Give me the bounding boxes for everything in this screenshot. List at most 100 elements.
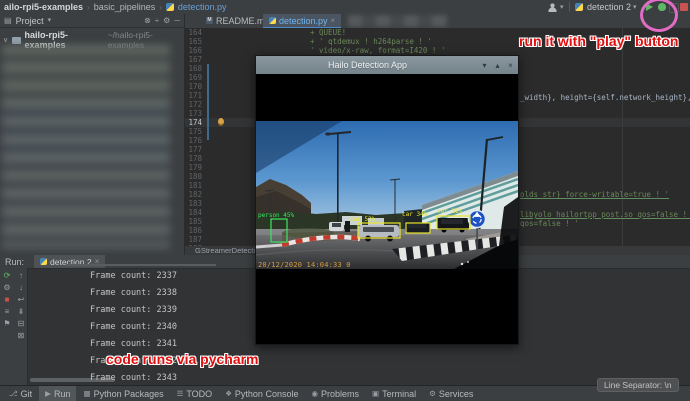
chevron-expanded-icon[interactable]: ∨ — [3, 37, 8, 44]
code-line: + ' qtdemux ! h264parse ! ' — [310, 37, 432, 46]
clear-console-icon[interactable]: ⊠ — [18, 331, 25, 340]
editor-breadcrumb-class[interactable]: GStreamerDetection — [195, 246, 263, 255]
dump-threads-icon[interactable]: ≡ — [5, 307, 10, 316]
todo-icon: ☰ — [177, 389, 184, 398]
python-icon — [40, 258, 47, 265]
python-icon — [166, 3, 174, 11]
toolbar-divider — [569, 2, 570, 12]
folder-icon — [12, 37, 20, 44]
run-panel-label: Run: — [5, 257, 24, 267]
statusbar-item-label: Services — [439, 389, 474, 399]
detection-label: car 52% — [350, 216, 376, 223]
run-settings-icon[interactable]: ⚙ — [3, 283, 10, 292]
markdown-icon: M — [206, 17, 213, 24]
statusbar-item-git[interactable]: ⎇Git — [3, 386, 38, 401]
python-packages-icon: ▦ — [83, 389, 90, 398]
user-avatar-icon[interactable] — [548, 3, 557, 12]
chevron-down-icon: ▾ — [560, 4, 564, 11]
editor-tabs-bar: M README.md × detection.py × — [185, 14, 690, 29]
statusbar-item-python-packages[interactable]: ▦ Python Packages — [77, 386, 169, 401]
rerun-button[interactable]: ⟳ — [4, 271, 11, 280]
console-line: Frame count: 2338 — [90, 288, 177, 298]
detection-label: person 45% — [258, 212, 295, 219]
panel-settings-icon[interactable]: ⚙ — [163, 16, 170, 25]
breadcrumb-item[interactable]: ailo-rpi5-examples — [4, 2, 83, 12]
status-bar-items: ⎇Git▶Run▦Python Packages☰TODO❖Python Con… — [3, 386, 479, 401]
stop-button[interactable] — [680, 3, 688, 11]
chevron-down-icon: ▾ — [48, 17, 52, 24]
code-fragment: _width}, height={self.network_height}, p… — [520, 93, 690, 102]
run-tab[interactable]: detection 2 × — [34, 255, 105, 268]
python-icon — [269, 17, 276, 24]
console-line: Frame count: 2339 — [90, 305, 177, 315]
horizontal-scrollbar[interactable] — [66, 264, 216, 266]
line-separator-badge[interactable]: Line Separator: \n — [597, 378, 679, 392]
scroll-up-icon[interactable]: ↑ — [19, 271, 23, 280]
scroll-down-icon[interactable]: ↓ — [19, 283, 23, 292]
breadcrumb-item[interactable]: basic_pipelines — [94, 2, 156, 12]
code-fragment: olds_str} force-writable=true ! ' — [520, 190, 669, 199]
breadcrumb-separator: › — [87, 3, 90, 12]
soft-wrap-icon[interactable]: ↩ — [18, 295, 25, 304]
statusbar-item-terminal[interactable]: ▣Terminal — [366, 386, 422, 401]
code-line: ' video/x-raw, format=I420 ! ' — [310, 46, 445, 55]
statusbar-item-run[interactable]: ▶Run — [39, 386, 76, 401]
statusbar-item-todo[interactable]: ☰TODO — [171, 386, 219, 401]
locate-file-icon[interactable]: ⊗ — [144, 16, 151, 25]
python-console-icon: ❖ — [225, 389, 232, 398]
hailo-detection-app-window: Hailo Detection App ▾ ▴ × — [255, 55, 519, 345]
console-line: Frame count: 2341 — [90, 339, 177, 349]
close-icon[interactable]: × — [505, 61, 516, 70]
top-nav-bar: ailo-rpi5-examples›basic_pipelines›detec… — [0, 0, 690, 15]
console-line: Frame count: 2343 — [90, 373, 177, 383]
collapse-all-icon[interactable]: ÷ — [155, 16, 159, 25]
code-fragment: libyolo_hailortpp_post.so qos=false ! ' — [520, 210, 690, 219]
console-line: Frame count: 2340 — [90, 322, 177, 332]
tab-label: README.md — [216, 16, 270, 26]
statusbar-item-python-console[interactable]: ❖Python Console — [219, 386, 304, 401]
detection-label: car 34% — [402, 211, 428, 218]
project-tool-icon: ▤ — [4, 16, 12, 25]
minimize-icon[interactable]: ▾ — [479, 61, 490, 70]
dashcam-video-frame: person 45% car 52% car 34% car 31% 20/12/20… — [256, 121, 518, 269]
scroll-to-end-icon[interactable]: ⇟ — [18, 307, 25, 316]
window-title-bar[interactable]: Hailo Detection App ▾ ▴ × — [256, 56, 518, 74]
window-title: Hailo Detection App — [256, 60, 479, 70]
project-panel-header[interactable]: ▤ Project ▾ ⊗ ÷ ⚙ ─ — [0, 14, 185, 28]
tab-label: detection.py — [279, 16, 328, 26]
run-toolbar: ⟳ ⚙ ■ ≡ ⚑ ↑ ↓ ↩ ⇟ ⊟ ⊠ — [0, 268, 28, 385]
blurred-file-tree — [2, 45, 170, 248]
breadcrumb-item[interactable]: detection.py — [178, 2, 227, 12]
console-line: Frame count: 2337 — [90, 271, 177, 281]
project-panel: ∨ hailo-rpi5-examples ~/hailo-rpi5-examp… — [0, 28, 185, 255]
statusbar-item-label: TODO — [186, 389, 212, 399]
python-icon — [575, 3, 583, 11]
services-icon: ⚙ — [429, 389, 436, 398]
video-timestamp: 20/12/2020 14:04:33 0 — [258, 261, 351, 269]
hide-panel-icon[interactable]: ─ — [174, 16, 180, 25]
print-icon[interactable]: ⊟ — [18, 319, 25, 328]
statusbar-item-problems[interactable]: ◉Problems — [305, 386, 365, 401]
statusbar-item-services[interactable]: ⚙Services — [423, 386, 479, 401]
code-line: + QUEUE! — [310, 28, 346, 37]
git-icon: ⎇ — [9, 389, 18, 398]
status-bar: ⎇Git▶Run▦Python Packages☰TODO❖Python Con… — [0, 385, 690, 401]
statusbar-item-label: Git — [21, 389, 33, 399]
problems-icon: ◉ — [311, 389, 318, 398]
maximize-icon[interactable]: ▴ — [492, 61, 503, 70]
run-config-selector[interactable]: detection 2 — [587, 2, 631, 12]
tab-detection-py[interactable]: detection.py × — [263, 14, 341, 29]
project-panel-title: Project — [16, 16, 44, 26]
code-fragment: qos=false ! ' — [520, 219, 579, 228]
stop-process-button[interactable]: ■ — [5, 295, 10, 304]
statusbar-item-label: Run — [54, 389, 71, 399]
run-icon: ▶ — [45, 389, 51, 398]
annotation-pycharm-note: code runs via pycharm — [106, 351, 259, 367]
pin-tab-icon[interactable]: ⚑ — [3, 319, 10, 328]
blurred-tab-region — [348, 15, 448, 27]
detection-label: car 31% — [437, 208, 463, 215]
breadcrumb-separator: › — [159, 3, 162, 12]
close-icon[interactable]: × — [331, 16, 336, 25]
statusbar-item-label: Problems — [321, 389, 359, 399]
statusbar-item-label: Python Packages — [94, 389, 164, 399]
